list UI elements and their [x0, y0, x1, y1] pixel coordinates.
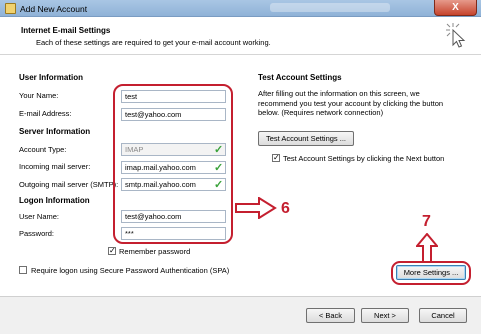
incoming-server-label: Incoming mail server: — [19, 162, 91, 171]
remember-password-label: Remember password — [119, 247, 191, 256]
envelope-icon — [5, 3, 16, 14]
server-info-heading: Server Information — [19, 127, 91, 136]
next-button[interactable]: Next > — [361, 308, 409, 323]
cursor-click-icon — [446, 23, 466, 48]
page-subtitle: Each of these settings are required to g… — [36, 38, 271, 47]
password-label: Password: — [19, 229, 55, 238]
fields-highlight-frame — [113, 84, 233, 244]
close-button[interactable]: X — [434, 0, 477, 16]
test-account-settings-button[interactable]: Test Account Settings ... — [258, 131, 354, 146]
email-address-label: E-mail Address: — [19, 109, 72, 118]
account-type-label: Account Type: — [19, 145, 67, 154]
test-settings-description: After filling out the information on thi… — [258, 89, 444, 117]
more-settings-button[interactable]: More Settings ... — [396, 265, 466, 280]
test-next-checkbox[interactable]: ✓ — [272, 154, 280, 162]
title-bar: Add New Account X — [0, 0, 481, 17]
wizard-footer: < Back Next > Cancel — [0, 296, 481, 334]
page-title: Internet E-mail Settings — [21, 26, 111, 35]
wizard-header: Internet E-mail Settings Each of these s… — [0, 17, 481, 55]
blurred-title-text — [270, 3, 390, 12]
spa-label: Require logon using Secure Password Auth… — [31, 266, 230, 275]
test-settings-heading: Test Account Settings — [258, 73, 342, 82]
remember-password-checkbox[interactable]: ✓ — [108, 247, 116, 255]
outgoing-server-label: Outgoing mail server (SMTP): — [19, 180, 119, 189]
spa-checkbox[interactable] — [19, 266, 27, 274]
test-next-label: Test Account Settings by clicking the Ne… — [283, 154, 445, 163]
arrow-right-icon — [235, 197, 277, 219]
step-7-label: 7 — [422, 213, 431, 230]
user-info-heading: User Information — [19, 73, 84, 82]
back-button[interactable]: < Back — [306, 308, 355, 323]
your-name-label: Your Name: — [19, 91, 59, 100]
user-name-label: User Name: — [19, 212, 60, 221]
window-title: Add New Account — [20, 4, 88, 14]
logon-info-heading: Logon Information — [19, 196, 90, 205]
cancel-button[interactable]: Cancel — [419, 308, 467, 323]
arrow-up-icon — [416, 233, 438, 263]
step-6-label: 6 — [281, 200, 290, 217]
